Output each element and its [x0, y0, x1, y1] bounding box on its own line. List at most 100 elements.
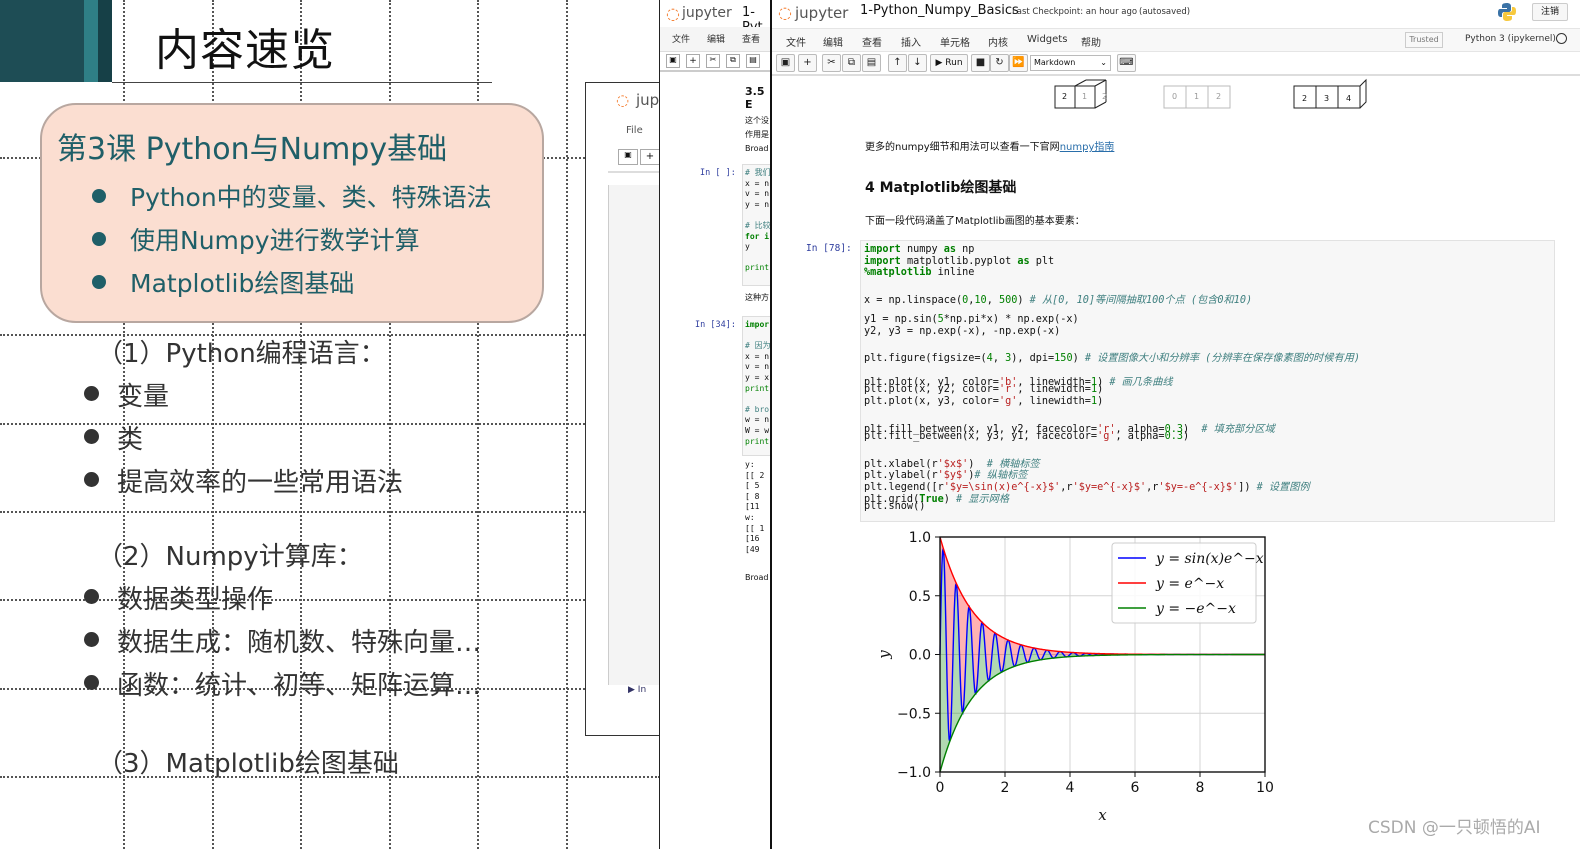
x-tick-label: 10 — [1256, 780, 1274, 796]
menu-view[interactable]: 查看 — [862, 34, 882, 49]
section-heading: （1）Python编程语言： — [97, 339, 386, 369]
jupyter-logo-text: jupyter — [682, 5, 732, 21]
cell-prompt: In [ ]: — [700, 168, 736, 178]
jupyter-logo-icon: ◌ — [616, 91, 630, 109]
menu-item[interactable]: 文件 — [672, 32, 690, 45]
x-axis-label: x — [1098, 806, 1107, 824]
bullet-dot — [92, 275, 106, 289]
stop-icon[interactable]: ■ — [971, 54, 990, 72]
lesson-bullet: Matplotlib绘图基础 — [92, 264, 354, 300]
section-heading: 4 Matplotlib绘图基础 — [865, 180, 1017, 196]
toolbar-divider — [772, 74, 1580, 76]
fast-forward-icon[interactable]: ⏩ — [1009, 54, 1028, 72]
copy-icon[interactable]: ⧉ — [726, 54, 740, 68]
legend-label: y = e^−x — [1155, 576, 1224, 592]
x-tick-label: 8 — [1196, 780, 1205, 796]
section-bullet-text: 数据类型操作 — [117, 585, 274, 615]
legend-label: y = sin(x)e^−x — [1155, 551, 1264, 567]
notebook-area — [608, 185, 661, 685]
menu-file[interactable]: 文件 — [786, 34, 806, 49]
menu-cell[interactable]: 单元格 — [940, 34, 970, 49]
guide-line — [566, 0, 568, 849]
cell-type-select[interactable]: Markdown ⌄ — [1030, 55, 1111, 71]
cell-prompt: ▶ In — [628, 685, 647, 695]
section-heading: 3.5 E — [745, 85, 765, 111]
code-line: import numpy as np — [864, 244, 975, 255]
lesson-bullet-text: Matplotlib绘图基础 — [130, 269, 355, 298]
section-heading: （2）Numpy计算库： — [97, 542, 363, 572]
x-tick-label: 6 — [1131, 780, 1140, 796]
array-diagram: 0 1 2 — [1163, 78, 1239, 114]
restart-icon[interactable]: ↻ — [990, 54, 1009, 72]
kernel-name: Python 3 (ipykernel) — [1465, 34, 1556, 44]
bullet-dot — [84, 632, 99, 647]
paste-icon[interactable]: ▤ — [862, 54, 881, 72]
middle-notebook-window[interactable]: ◌ jupyter 1-Pyt 文件 编辑 查看 ▣ + ✂ ⧉ ▤ 3.5 E… — [659, 0, 772, 849]
numpy-guide-link[interactable]: numpy指南 — [1060, 142, 1115, 153]
section-bullet: 数据生成：随机数、特殊向量… — [84, 622, 481, 659]
paste-icon[interactable]: ▤ — [746, 54, 760, 68]
menu-bar — [772, 28, 1580, 52]
bullet-dot — [84, 589, 99, 604]
menu-item[interactable]: 查看 — [742, 32, 760, 45]
section-description: 下面一段代码涵盖了Matplotlib画图的基本要素： — [865, 216, 1085, 227]
run-button[interactable]: ▶ Run — [930, 54, 968, 72]
add-cell-icon[interactable]: + — [640, 149, 660, 165]
y-tick-label: −1.0 — [897, 765, 931, 781]
logout-button[interactable]: 注销 — [1532, 3, 1568, 21]
move-up-icon[interactable]: ↑ — [888, 54, 907, 72]
toolbar-divider — [608, 171, 660, 173]
checkpoint-status: Last Checkpoint: an hour ago — [1012, 7, 1138, 17]
add-cell-icon[interactable]: + — [798, 54, 817, 72]
menu-widgets[interactable]: Widgets — [1027, 34, 1067, 45]
cut-icon[interactable]: ✂ — [822, 54, 841, 72]
lesson-bullet-text: Python中的变量、类、特殊语法 — [130, 183, 492, 212]
autosave-status: (autosaved) — [1139, 7, 1191, 17]
notebook-name[interactable]: 1-Python_Numpy_Basics — [860, 3, 1019, 18]
section-bullet: 函数：统计、初等、矩阵运算… — [84, 665, 481, 702]
section-bullet: 提高效率的一些常用语法 — [84, 462, 403, 499]
bullet-dot — [84, 675, 99, 690]
add-cell-icon[interactable]: + — [686, 54, 700, 68]
x-tick-label: 0 — [936, 780, 945, 796]
cut-icon[interactable]: ✂ — [706, 54, 720, 68]
background-notebook-window[interactable]: ◌ jup File ▣ + ▶ In — [585, 82, 661, 736]
trusted-indicator[interactable]: Trusted — [1405, 32, 1443, 48]
code-line: plt.figure(figsize=(4, 3), dpi=150) # 设置… — [864, 353, 1361, 365]
save-icon[interactable]: ▣ — [618, 149, 638, 165]
matplotlib-chart: 0 2 4 6 8 10 1.0 0.5 0.0 −0.5 −1.0 x y y = sin(x)e^−x… — [875, 530, 1274, 824]
menu-item[interactable]: 编辑 — [707, 32, 725, 45]
menu-edit[interactable]: 编辑 — [823, 34, 843, 49]
menu-insert[interactable]: 插入 — [901, 34, 921, 49]
move-down-icon[interactable]: ↓ — [908, 54, 927, 72]
markdown-text: 更多的numpy细节和用法可以查看一下官网numpy指南 — [865, 142, 1115, 153]
slide: 内容速览 第3课 Python与Numpy基础 Python中的变量、类、特殊语… — [0, 0, 660, 849]
section-bullet-text: 类 — [117, 425, 144, 455]
array-diagram: 2 1 2 — [1054, 78, 1134, 114]
slide-title: 内容速览 — [155, 25, 335, 76]
cell-output: y: [[ 2 [ 5 [ 8 [11 w: [[ 1 [16 [49 — [745, 460, 765, 554]
code-line: plt.show() — [864, 501, 926, 513]
menu-file[interactable]: File — [626, 125, 643, 136]
section-heading: （3）Matplotlib绘图基础 — [97, 749, 399, 779]
bullet-dot — [84, 472, 99, 487]
menu-help[interactable]: 帮助 — [1081, 34, 1101, 49]
code-line: plt.plot(x, y3, color='g', linewidth=1) — [864, 396, 1104, 408]
guide-line — [0, 511, 660, 513]
section-bullet: 数据类型操作 — [84, 579, 273, 616]
code-line: plt.fill_between(x, y3, y1, facecolor='g… — [864, 431, 1190, 443]
keyboard-icon[interactable]: ⌨ — [1117, 54, 1136, 72]
bullet-dot — [84, 386, 99, 401]
save-icon[interactable]: ▣ — [666, 54, 680, 68]
code-line: %matplotlib inline — [864, 267, 975, 279]
python-logo-icon — [1497, 2, 1517, 22]
menu-kernel[interactable]: 内核 — [988, 34, 1008, 49]
copy-icon[interactable]: ⧉ — [842, 54, 861, 72]
legend-label: y = −e^−x — [1155, 601, 1236, 617]
section-bullet-text: 数据生成：随机数、特殊向量… — [117, 628, 482, 658]
section-bullet-text: 函数：统计、初等、矩阵运算… — [117, 671, 482, 701]
save-icon[interactable]: ▣ — [776, 54, 795, 72]
markdown-text: 这种方 — [745, 293, 769, 302]
chevron-down-icon: ⌄ — [1100, 58, 1107, 67]
lesson-bullet-text: 使用Numpy进行数学计算 — [130, 226, 420, 255]
